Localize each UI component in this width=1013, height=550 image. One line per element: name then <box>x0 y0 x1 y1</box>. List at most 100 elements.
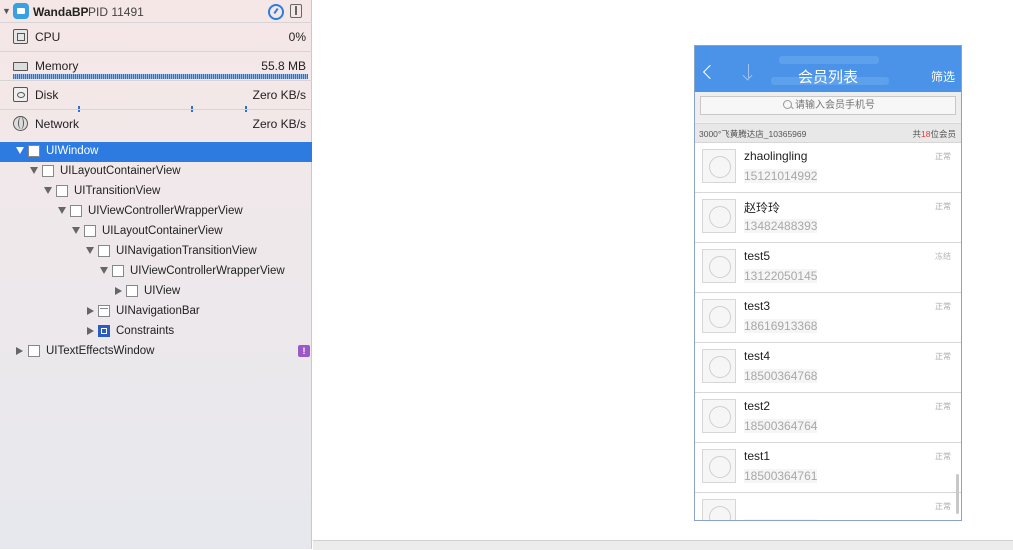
gauge-network[interactable]: Network Zero KB/s <box>0 109 312 138</box>
gauge-cpu[interactable]: CPU 0% <box>0 22 312 51</box>
tree-label: UIViewControllerWrapperView <box>130 265 285 277</box>
disclosure-down-icon[interactable] <box>16 147 24 154</box>
disclosure-down-icon[interactable] <box>58 207 66 214</box>
search-bar <box>695 92 961 122</box>
status-badge: 正常 <box>935 152 951 161</box>
tree-label: UIWindow <box>46 145 99 157</box>
member-row[interactable]: test3 18616913368 正常 <box>695 293 961 343</box>
disclosure-right-icon[interactable] <box>87 327 94 335</box>
status-badge: 正常 <box>935 452 951 461</box>
tree-row[interactable]: UILayoutContainerView <box>0 162 312 182</box>
navigation-bar-icon <box>98 305 110 317</box>
tree-row[interactable]: UITransitionView <box>0 182 312 202</box>
member-row[interactable]: test2 18500364764 正常 <box>695 393 961 443</box>
tree-row-uiwindow[interactable]: UIWindow <box>0 142 312 162</box>
member-phone: 18500364761 <box>744 469 818 483</box>
avatar <box>702 349 736 383</box>
avatar <box>702 499 736 520</box>
member-name: test4 <box>744 349 771 363</box>
member-phone: 13122050145 <box>744 269 818 283</box>
disclosure-down-icon[interactable] <box>44 187 52 194</box>
disclosure-down-icon[interactable]: ▼ <box>2 6 11 16</box>
tree-label: UITransitionView <box>74 185 161 197</box>
tree-label: Constraints <box>116 325 175 337</box>
status-badge: 正常 <box>935 302 951 311</box>
process-row[interactable]: ▼ WandaBP PID 11491 <box>0 0 312 22</box>
view-hierarchy-canvas[interactable]: 会员列表 筛选 3000°飞黄腾达店_10365969 共18位会员 zhaol… <box>694 45 962 521</box>
disclosure-down-icon[interactable] <box>30 167 38 174</box>
view-icon <box>70 205 82 217</box>
filter-button[interactable]: 筛选 <box>931 68 955 85</box>
member-name: test3 <box>744 299 771 313</box>
member-row[interactable]: 赵玲玲 13482488393 正常 <box>695 193 961 243</box>
member-row[interactable]: test4 18500364768 正常 <box>695 343 961 393</box>
status-badge: 冻结 <box>935 252 951 261</box>
member-phone: 15121014992 <box>744 169 818 183</box>
search-icon <box>783 100 792 109</box>
view-icon <box>126 285 138 297</box>
gauge-value: 55.8 MB <box>261 59 306 73</box>
tree-label: UITextEffectsWindow <box>46 345 155 357</box>
debug-navigator: ▼ WandaBP PID 11491 CPU 0% Memory 55.8 M… <box>0 0 312 549</box>
tree-row[interactable]: UILayoutContainerView <box>0 222 312 242</box>
gauge-label: CPU <box>35 30 61 44</box>
disclosure-down-icon[interactable] <box>72 227 80 234</box>
avatar <box>702 399 736 433</box>
constraints-icon <box>98 325 110 337</box>
cpu-icon <box>13 29 28 44</box>
member-phone: 18616913368 <box>744 319 818 333</box>
member-phone: 13482488393 <box>744 219 818 233</box>
tree-label: UINavigationBar <box>116 305 200 317</box>
process-name: WandaBP <box>33 5 89 19</box>
disclosure-right-icon[interactable] <box>16 347 23 355</box>
tree-row[interactable]: UIViewControllerWrapperView <box>0 202 312 222</box>
process-pid: PID 11491 <box>88 5 144 19</box>
member-name: test2 <box>744 399 771 413</box>
view-hierarchy-icon[interactable] <box>290 4 302 18</box>
tree-row[interactable]: UINavigationTransitionView <box>0 242 312 262</box>
gauge-value: Zero KB/s <box>252 117 306 131</box>
member-phone-search-input[interactable] <box>700 96 956 115</box>
member-row[interactable]: test5 13122050145 冻结 <box>695 243 961 293</box>
tree-row[interactable]: UINavigationBar <box>0 302 312 322</box>
tree-row[interactable]: UIViewControllerWrapperView <box>0 262 312 282</box>
member-count: 共18位会员 <box>913 128 957 140</box>
member-phone: 18500364768 <box>744 369 818 383</box>
warning-badge-icon[interactable]: ! <box>298 345 310 357</box>
member-name: test5 <box>744 249 771 263</box>
disclosure-down-icon[interactable] <box>86 247 94 254</box>
tree-label: UIView <box>144 285 181 297</box>
status-badge: 正常 <box>935 352 951 361</box>
gauge-label: Disk <box>35 88 59 102</box>
view-icon <box>98 245 110 257</box>
memory-icon <box>13 62 28 71</box>
tree-row[interactable]: UITextEffectsWindow ! <box>0 342 312 362</box>
disclosure-right-icon[interactable] <box>87 307 94 315</box>
store-info-bar: 3000°飞黄腾达店_10365969 共18位会员 <box>695 123 961 143</box>
view-icon <box>28 345 40 357</box>
member-row[interactable]: zhaolingling 15121014992 正常 <box>695 143 961 193</box>
disclosure-down-icon[interactable] <box>100 267 108 274</box>
ghost-refresh-text <box>779 56 879 64</box>
status-badge: 正常 <box>935 402 951 411</box>
avatar <box>702 149 736 183</box>
debug-gauge-icon[interactable] <box>268 4 284 20</box>
count-suffix: 位会员 <box>930 129 956 139</box>
nav-bar: 会员列表 筛选 <box>695 46 961 92</box>
tree-label: UINavigationTransitionView <box>116 245 257 257</box>
gauge-memory[interactable]: Memory 55.8 MB <box>0 51 312 80</box>
gauge-label: Network <box>35 117 80 131</box>
avatar <box>702 299 736 333</box>
gauge-value: 0% <box>288 30 306 44</box>
scrollbar[interactable] <box>956 474 959 514</box>
tree-row[interactable]: UIView <box>0 282 312 302</box>
member-row[interactable]: test1 18500364761 正常 <box>695 443 961 493</box>
disclosure-right-icon[interactable] <box>115 287 122 295</box>
status-badge: 正常 <box>935 502 951 511</box>
tree-row[interactable]: Constraints <box>0 322 312 342</box>
member-row[interactable]: 13636377451 正常 <box>695 493 961 520</box>
member-name: test1 <box>744 449 771 463</box>
tree-label: UIViewControllerWrapperView <box>88 205 243 217</box>
avatar <box>702 199 736 233</box>
view-icon <box>84 225 96 237</box>
